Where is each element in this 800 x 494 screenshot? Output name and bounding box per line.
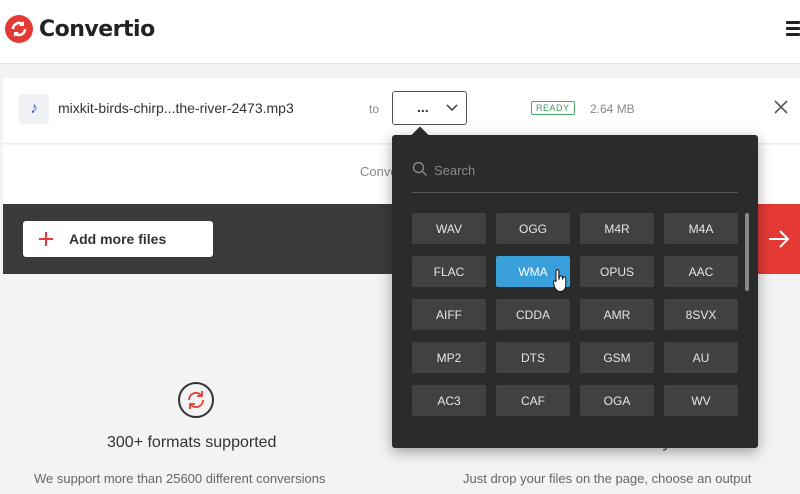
arrow-right-icon	[769, 230, 790, 248]
logo-icon	[5, 15, 33, 43]
format-option-opus[interactable]: OPUS	[580, 256, 654, 287]
music-note-icon: ♪	[19, 94, 49, 124]
to-label: to	[369, 102, 380, 116]
convert-button[interactable]	[758, 204, 800, 274]
format-option-oga[interactable]: OGA	[580, 385, 654, 416]
top-header: Convertio	[0, 0, 800, 64]
feature-desc-fast: Just drop your files on the page, choose…	[463, 471, 752, 486]
search-icon	[412, 161, 427, 176]
format-option-flac[interactable]: FLAC	[412, 256, 486, 287]
dropdown-scrollbar[interactable]	[745, 213, 749, 291]
format-option-gsm[interactable]: GSM	[580, 342, 654, 373]
format-option-au[interactable]: AU	[664, 342, 738, 373]
format-option-caf[interactable]: CAF	[496, 385, 570, 416]
file-name: mixkit-birds-chirp...the-river-2473.mp3	[58, 100, 294, 116]
format-option-wv[interactable]: WV	[664, 385, 738, 416]
plus-icon	[39, 232, 53, 246]
format-option-8svx[interactable]: 8SVX	[664, 299, 738, 330]
formats-refresh-icon	[178, 382, 214, 418]
file-size: 2.64 MB	[590, 102, 635, 116]
format-option-amr[interactable]: AMR	[580, 299, 654, 330]
close-icon[interactable]	[773, 99, 789, 115]
menu-icon[interactable]	[786, 21, 800, 37]
format-option-wma[interactable]: WMA	[496, 256, 570, 287]
chevron-down-icon	[446, 104, 458, 112]
format-option-cdda[interactable]: CDDA	[496, 299, 570, 330]
format-option-aiff[interactable]: AIFF	[412, 299, 486, 330]
feature-desc-formats: We support more than 25600 different con…	[34, 471, 326, 486]
add-more-files-label: Add more files	[69, 231, 167, 247]
format-option-dts[interactable]: DTS	[496, 342, 570, 373]
format-option-mp2[interactable]: MP2	[412, 342, 486, 373]
format-option-m4a[interactable]: M4A	[664, 213, 738, 244]
logo-text: Convertio	[39, 16, 155, 42]
format-option-ac3[interactable]: AC3	[412, 385, 486, 416]
convertio-logo[interactable]: Convertio	[4, 12, 155, 46]
output-format-select[interactable]: ...	[392, 91, 467, 125]
format-option-wav[interactable]: WAV	[412, 213, 486, 244]
feature-title-formats: 300+ formats supported	[107, 434, 277, 451]
format-dropdown: WAV OGG M4R M4A FLAC WMA OPUS AAC AIFF CDDA AMR 8SV…	[392, 135, 758, 448]
format-search	[412, 155, 738, 193]
format-option-ogg[interactable]: OGG	[496, 213, 570, 244]
add-more-files-button[interactable]: Add more files	[23, 221, 213, 257]
format-search-input[interactable]	[434, 159, 724, 181]
format-option-m4r[interactable]: M4R	[580, 213, 654, 244]
format-option-aac[interactable]: AAC	[664, 256, 738, 287]
selected-format-value: ...	[417, 99, 429, 115]
status-badge: READY	[531, 101, 575, 115]
